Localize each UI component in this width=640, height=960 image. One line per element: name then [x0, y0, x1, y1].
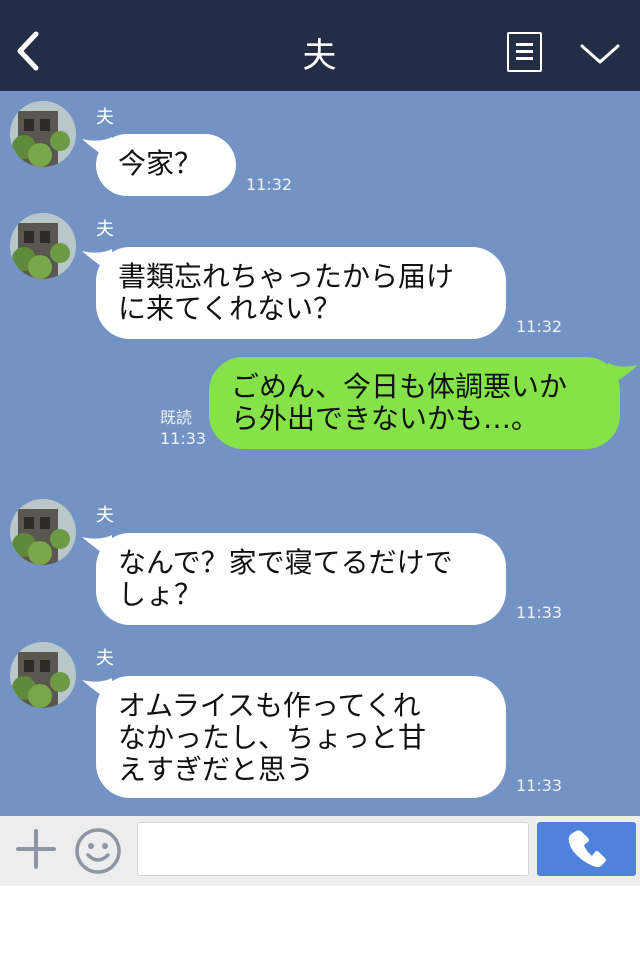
plus-button[interactable]: [15, 828, 57, 870]
read-receipt: 既読 11:33: [160, 407, 206, 449]
avatar-image: [10, 213, 76, 279]
sender-name: 夫: [96, 648, 114, 669]
message-time: 11:33: [516, 603, 563, 622]
sender-name: 夫: [96, 505, 114, 526]
avatar[interactable]: [10, 101, 76, 167]
emoji-button[interactable]: [74, 827, 122, 875]
avatar[interactable]: [10, 642, 76, 708]
read-label: 既読: [160, 408, 193, 427]
bottom-area: [0, 886, 640, 960]
chat-screen: 夫 夫 今家？ 11:32 夫 書類忘れちゃったから届け に来てくれない？ 11…: [0, 0, 640, 960]
sender-name: 夫: [96, 107, 114, 128]
message-row: 夫 オムライスも作ってくれ なかったし、ちょっと甘 えすぎだと思う 11:33: [0, 642, 640, 802]
input-bar: [0, 816, 640, 886]
chevron-down-icon: [580, 44, 620, 64]
message-row: 既読 11:33 ごめん、今日も体調悪いか ら外出できないかも…。: [0, 355, 640, 455]
message-row: 夫 書類忘れちゃったから届け に来てくれない？ 11:32: [0, 213, 640, 343]
header-bar: 夫: [0, 0, 640, 91]
collapse-button[interactable]: [578, 38, 622, 68]
message-input[interactable]: [137, 822, 529, 876]
message-time: 11:32: [516, 317, 563, 336]
message-bubble[interactable]: 書類忘れちゃったから届け に来てくれない？: [96, 247, 506, 339]
avatar-image: [10, 499, 76, 565]
message-bubble[interactable]: ごめん、今日も体調悪いか ら外出できないかも…。: [209, 357, 620, 449]
phone-icon: [568, 830, 606, 867]
avatar[interactable]: [10, 213, 76, 279]
call-button[interactable]: [537, 822, 636, 876]
message-row: 夫 今家？ 11:32: [0, 101, 640, 201]
message-bubble[interactable]: 今家？: [96, 134, 236, 196]
message-bubble[interactable]: オムライスも作ってくれ なかったし、ちょっと甘 えすぎだと思う: [96, 676, 506, 798]
avatar-image: [10, 101, 76, 167]
sender-name: 夫: [96, 219, 114, 240]
message-row: 夫 なんで？家で寝てるだけで しょ？ 11:33: [0, 499, 640, 629]
menu-button[interactable]: [507, 32, 542, 72]
message-time: 11:32: [246, 175, 293, 194]
message-list[interactable]: 夫 今家？ 11:32 夫 書類忘れちゃったから届け に来てくれない？ 11:3…: [0, 91, 640, 816]
message-time: 11:33: [160, 429, 207, 448]
message-bubble[interactable]: なんで？家で寝てるだけで しょ？: [96, 533, 506, 625]
plus-icon: [16, 829, 56, 869]
avatar-image: [10, 642, 76, 708]
smiley-icon: [75, 828, 121, 874]
message-time: 11:33: [516, 776, 563, 795]
chat-title: 夫: [302, 36, 338, 76]
avatar[interactable]: [10, 499, 76, 565]
